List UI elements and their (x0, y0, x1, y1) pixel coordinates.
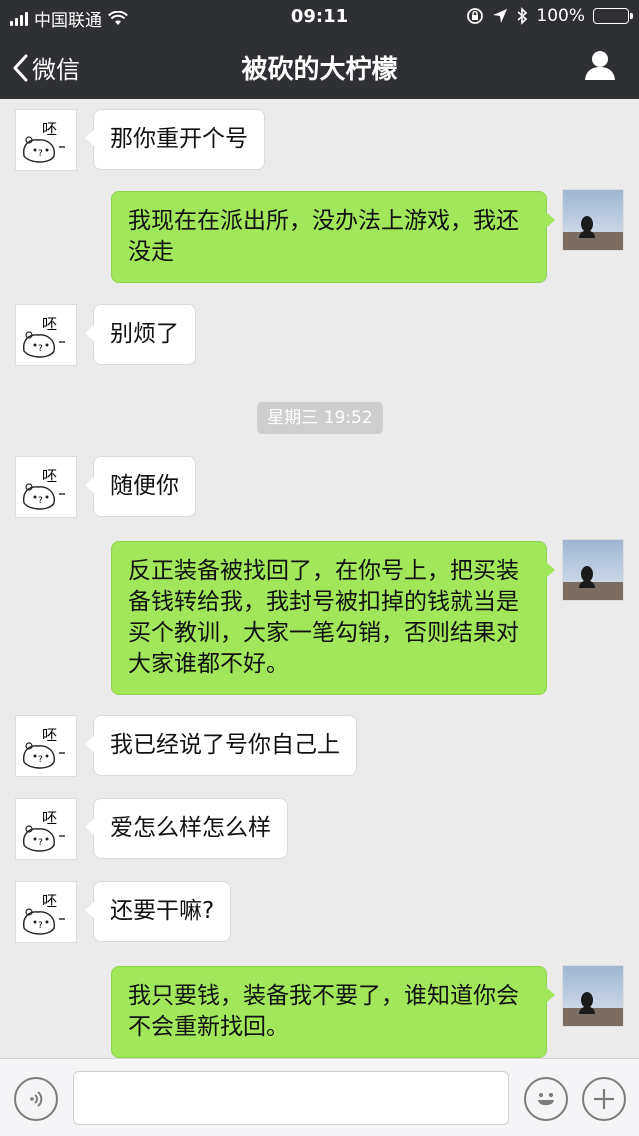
contact-avatar[interactable]: 呸 ? (15, 304, 77, 366)
svg-text:呸: 呸 (42, 726, 57, 744)
time-divider: 星期三 19:52 (257, 402, 383, 434)
contact-avatar[interactable]: 呸 ? (15, 456, 77, 518)
svg-text:呸: 呸 (42, 315, 57, 333)
battery-percent: 100% (536, 6, 585, 26)
chat-area[interactable]: 呸 ? 那你重开个号 我现在在派出所，没办法上游戏，我还没走 呸 ? 别烦了 星… (0, 99, 639, 1059)
user-photo-icon (563, 190, 623, 250)
incoming-message[interactable]: 我已经说了号你自己上 (85, 715, 357, 776)
svg-text:呸: 呸 (42, 467, 57, 485)
svg-text:呸: 呸 (42, 892, 57, 910)
svg-text:呸: 呸 (42, 120, 57, 138)
incoming-message[interactable]: 还要干嘛? (84, 881, 232, 942)
message-input[interactable] (73, 1071, 509, 1125)
outgoing-message[interactable]: 我现在在派出所，没办法上游戏，我还没走 (111, 191, 555, 283)
top-bar: 中国联通 09:11 100% 微信 被砍的大柠檬 (0, 0, 639, 99)
more-button[interactable] (582, 1077, 626, 1121)
plus-icon (594, 1089, 614, 1109)
user-photo-icon (563, 966, 623, 1026)
svg-text:?: ? (38, 496, 43, 506)
svg-text:?: ? (38, 344, 43, 354)
rotation-lock-icon (467, 8, 484, 24)
svg-text:?: ? (38, 149, 43, 159)
outgoing-message[interactable]: 反正装备被找回了，在你号上，把买装备钱转给我，我封号被扣掉的钱就当是买个教训，大… (111, 541, 555, 695)
bear-sticker-icon: 呸 ? (23, 467, 65, 510)
svg-text:呸: 呸 (42, 809, 57, 827)
user-avatar[interactable] (562, 189, 624, 251)
emoji-icon (538, 1093, 554, 1106)
incoming-message[interactable]: 爱怎么样怎么样 (85, 798, 288, 859)
status-bar: 中国联通 09:11 100% (0, 0, 639, 34)
svg-text:?: ? (38, 921, 43, 931)
emoji-button[interactable] (524, 1077, 568, 1121)
bear-sticker-icon: 呸 ? (23, 726, 65, 769)
incoming-message[interactable]: 别烦了 (85, 304, 196, 365)
svg-text:?: ? (38, 838, 43, 848)
nav-bar: 微信 被砍的大柠檬 (0, 34, 639, 99)
incoming-message[interactable]: 随便你 (85, 456, 196, 517)
contact-avatar[interactable]: 呸 ? (15, 715, 77, 777)
bear-sticker-icon: 呸 ? (23, 315, 65, 358)
bear-sticker-icon: 呸 ? (23, 809, 65, 852)
battery-icon (593, 8, 633, 24)
chat-title: 被砍的大柠檬 (241, 55, 398, 85)
outgoing-message[interactable]: 我只要钱，装备我不要了，谁知道你会不会重新找回。 (111, 966, 555, 1058)
incoming-message[interactable]: 那你重开个号 (85, 109, 265, 170)
profile-icon[interactable] (583, 48, 617, 82)
status-right: 100% (466, 6, 633, 26)
contact-avatar[interactable]: 呸 ? (15, 798, 77, 860)
location-icon (493, 9, 508, 23)
user-avatar[interactable] (562, 539, 624, 601)
svg-text:?: ? (38, 755, 43, 765)
input-bar (0, 1058, 639, 1136)
contact-avatar[interactable]: 呸 ? (15, 109, 77, 171)
bear-sticker-icon: 呸 ? (23, 892, 65, 935)
bluetooth-icon (517, 7, 528, 25)
voice-icon (30, 1091, 43, 1107)
contact-avatar[interactable]: 呸 ? (15, 881, 77, 943)
user-photo-icon (563, 540, 623, 600)
voice-button[interactable] (14, 1077, 58, 1121)
bear-sticker-icon: 呸 ? (23, 120, 65, 163)
user-avatar[interactable] (562, 965, 624, 1027)
